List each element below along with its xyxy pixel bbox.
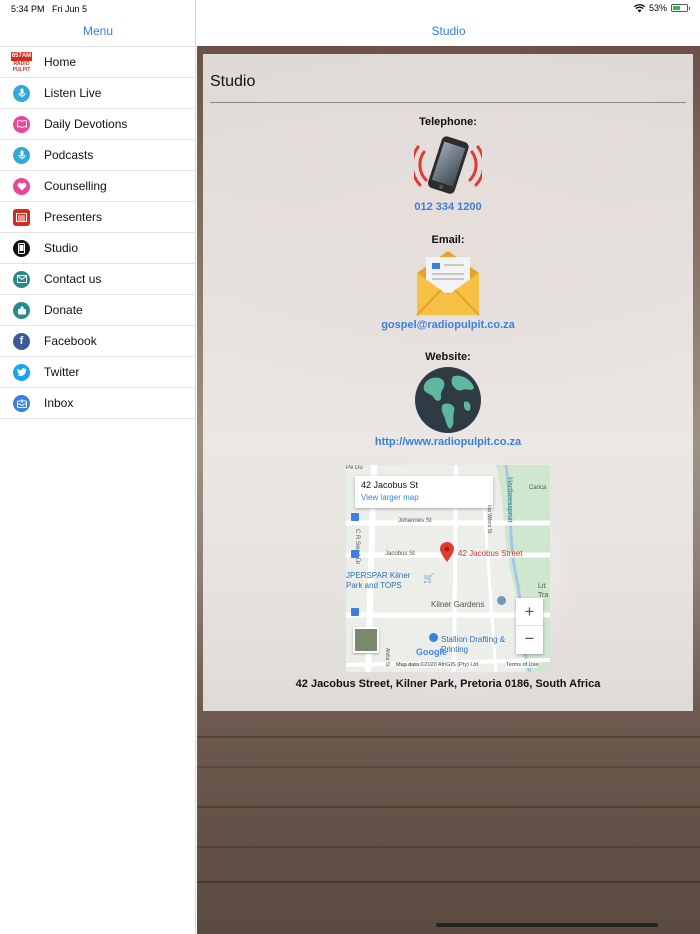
wood-grain [197, 806, 700, 808]
logo-line1: 657AM [11, 51, 32, 61]
wifi-icon [633, 3, 645, 12]
pin-label: 42 Jacobus Street [458, 549, 523, 558]
battery-percent: 53% [648, 3, 667, 13]
status-date: Fri Jun 5 [52, 4, 88, 14]
heart-icon [13, 177, 30, 195]
zoom-controls: + − [516, 598, 543, 654]
presenters-icon [13, 208, 30, 226]
studio-card: Studio Telephone: 012 334 1200 Email: go… [203, 54, 693, 711]
street-label: Johannes St [398, 518, 432, 524]
street-label: Carica [529, 485, 547, 491]
book-icon [13, 115, 30, 133]
sidebar-item-contact-us[interactable]: Contact us [0, 264, 196, 295]
status-time: 5:34 PM [11, 4, 45, 14]
google-logo: Google [416, 647, 447, 657]
telephone-label: Telephone: [419, 116, 477, 128]
cart-icon: 🛒 [423, 573, 435, 583]
main-pane: Studio Studio Telephone: 012 334 1200 Em… [197, 0, 700, 934]
sidebar-item-donate[interactable]: Donate [0, 295, 196, 326]
terms-link[interactable]: Terms of Use [506, 662, 539, 668]
sidebar-item-label: Studio [44, 241, 79, 255]
inbox-icon [13, 394, 30, 412]
battery-icon [671, 4, 690, 12]
transit-icon [351, 513, 359, 521]
place-card: 42 Jacobus St View larger map [355, 476, 493, 508]
street-label: C R Swart Dr [354, 529, 360, 565]
wood-grain [197, 881, 700, 883]
map-embed[interactable]: 42 Jacobus St View larger map Johannes S… [346, 465, 550, 672]
phone-icon [410, 132, 486, 200]
map-pin-icon[interactable] [440, 542, 454, 562]
twitter-icon [13, 363, 30, 381]
menu-list: 657AM RADIO PULPIT Home Listen Live Dail… [0, 46, 196, 419]
sidebar-item-label: Podcasts [44, 148, 94, 162]
sidebar: Menu 657AM RADIO PULPIT Home Listen Live… [0, 0, 196, 934]
wood-grain [197, 846, 700, 848]
sidebar-item-facebook[interactable]: f Facebook [0, 326, 196, 357]
sidebar-item-daily-devotions[interactable]: Daily Devotions [0, 109, 196, 140]
logo-line3: PULPIT [12, 66, 31, 73]
wood-grain [197, 736, 700, 738]
sidebar-item-presenters[interactable]: Presenters [0, 202, 196, 233]
wood-grain [197, 766, 700, 768]
street-label: Ahilla St [384, 648, 390, 667]
satellite-toggle[interactable] [353, 627, 379, 653]
sidebar-item-label: Contact us [44, 272, 102, 286]
page-title: Studio [210, 73, 256, 90]
envelope-icon [13, 270, 30, 288]
zoom-in-button[interactable]: + [516, 598, 543, 626]
telephone-link[interactable]: 012 334 1200 [203, 201, 693, 213]
status-bar: 5:34 PM Fri Jun 5 53% [0, 0, 700, 18]
divider [210, 102, 686, 103]
place-label: Kilner Gardens [431, 600, 485, 609]
website-link[interactable]: http://www.radiopulpit.co.za [203, 436, 693, 448]
radio-pulpit-logo-icon: 657AM RADIO PULPIT [11, 51, 32, 73]
street-label: Ina Wilers St [486, 505, 492, 534]
facebook-icon: f [13, 332, 30, 350]
sidebar-item-counselling[interactable]: Counselling [0, 171, 196, 202]
email-label: Email: [431, 234, 465, 246]
home-indicator[interactable] [436, 923, 658, 927]
microphone-icon [13, 146, 30, 164]
sidebar-title: Menu [82, 24, 114, 38]
envelope-icon [414, 249, 482, 317]
sidebar-item-label: Twitter [44, 365, 80, 379]
street-label: Pe Du [346, 465, 363, 471]
zoom-out-button[interactable]: − [516, 626, 543, 654]
sidebar-item-label: Facebook [44, 334, 97, 348]
street-label: Jacobus St [385, 551, 415, 557]
transit-icon [351, 608, 359, 616]
sidebar-item-label: Inbox [44, 396, 74, 410]
street-label: Hartbeesspruit [506, 477, 513, 523]
sidebar-item-label: Listen Live [44, 86, 102, 100]
sidebar-item-label: Presenters [44, 210, 103, 224]
sidebar-item-label: Counselling [44, 179, 107, 193]
globe-icon [414, 366, 482, 434]
microphone-icon [13, 84, 30, 102]
sidebar-item-podcasts[interactable]: Podcasts [0, 140, 196, 171]
website-label: Website: [425, 351, 471, 363]
status-right: 53% [633, 3, 690, 13]
studio-address: 42 Jacobus Street, Kilner Park, Pretoria… [295, 678, 601, 690]
donate-icon [13, 301, 30, 319]
place-label: JPERSPAR Kilner Park and TOPS [346, 571, 411, 590]
phone-icon [13, 239, 30, 257]
nav-title: Studio [431, 24, 466, 38]
sidebar-item-home[interactable]: 657AM RADIO PULPIT Home [0, 47, 196, 78]
place-title: 42 Jacobus St [361, 480, 419, 490]
sidebar-item-listen-live[interactable]: Listen Live [0, 78, 196, 109]
sidebar-item-label: Donate [44, 303, 83, 317]
sidebar-item-twitter[interactable]: Twitter [0, 357, 196, 388]
view-larger-map-link[interactable]: View larger map [361, 493, 487, 502]
print-shop-icon [429, 633, 438, 642]
sidebar-item-label: Daily Devotions [44, 117, 128, 131]
sidebar-item-label: Home [44, 55, 77, 69]
sidebar-item-studio[interactable]: Studio [0, 233, 196, 264]
place-label: Stallion Drafting & Printing [441, 635, 506, 654]
email-link[interactable]: gospel@radiopulpit.co.za [203, 319, 693, 331]
place-pin-icon [497, 596, 506, 605]
transit-icon [351, 550, 359, 558]
sidebar-item-inbox[interactable]: Inbox [0, 388, 196, 419]
map-attribution: Map data ©2020 AfriGIS (Pty) Ltd [396, 662, 479, 668]
